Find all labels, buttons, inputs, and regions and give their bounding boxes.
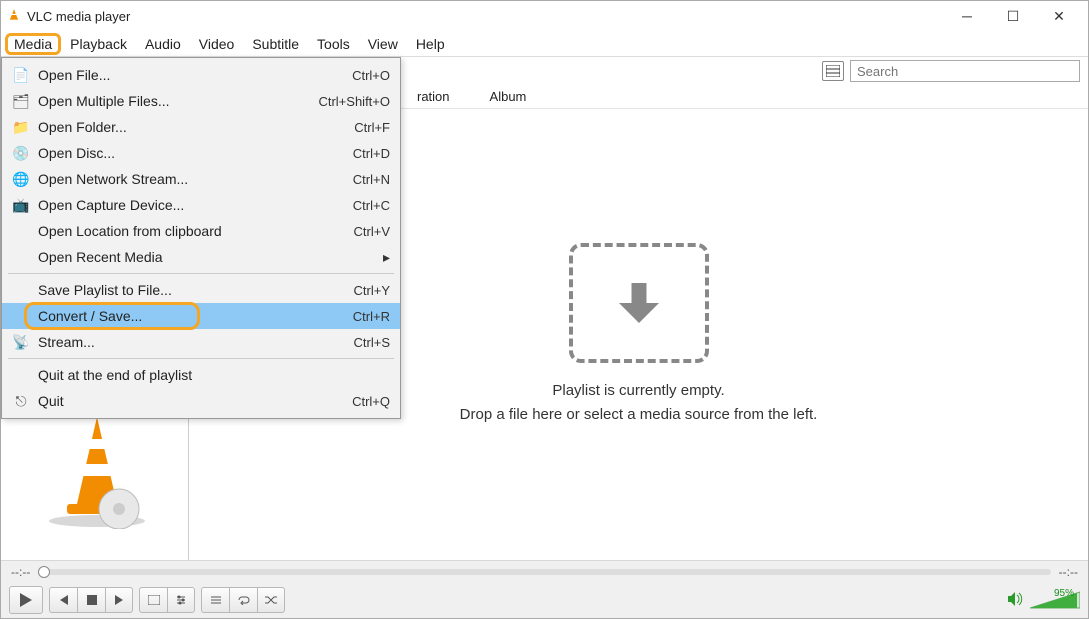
menu-item-convert-save[interactable]: Convert / Save...Ctrl+R	[2, 303, 400, 329]
loop-button[interactable]	[229, 587, 257, 613]
disc-icon: 💿	[10, 145, 32, 162]
playlist-button[interactable]	[201, 587, 229, 613]
menu-item-label: Open Capture Device...	[32, 197, 353, 213]
stream-icon: 📡	[10, 334, 32, 351]
menu-shortcut: Ctrl+V	[354, 224, 390, 239]
stop-button[interactable]	[77, 587, 105, 613]
menu-item-label: Stream...	[32, 334, 354, 350]
fullscreen-button[interactable]	[139, 587, 167, 613]
menu-item-label: Convert / Save...	[32, 308, 353, 324]
menu-item-label: Open Location from clipboard	[32, 223, 354, 239]
empty-message: Playlist is currently empty. Drop a file…	[460, 379, 818, 427]
menu-item-label: Open File...	[32, 67, 352, 83]
empty-line1: Playlist is currently empty.	[460, 379, 818, 403]
dropzone-icon	[569, 243, 709, 363]
empty-line2: Drop a file here or select a media sourc…	[460, 403, 818, 427]
menu-view[interactable]: View	[359, 33, 407, 55]
menu-shortcut: Ctrl+R	[353, 309, 390, 324]
close-button[interactable]: ✕	[1036, 1, 1082, 31]
menu-shortcut: Ctrl+O	[352, 68, 390, 83]
menu-shortcut: Ctrl+C	[353, 198, 390, 213]
minimize-button[interactable]: ─	[944, 1, 990, 31]
search-input[interactable]	[850, 60, 1080, 82]
play-button[interactable]	[9, 586, 43, 614]
menu-shortcut: Ctrl+D	[353, 146, 390, 161]
content-area: 📄Open File...Ctrl+O🗂Open Multiple Files.…	[1, 57, 1088, 560]
menu-item-save-playlist-to-file[interactable]: Save Playlist to File...Ctrl+Y	[2, 277, 400, 303]
menu-item-stream[interactable]: 📡Stream...Ctrl+S	[2, 329, 400, 355]
view-toggle-button[interactable]	[822, 61, 844, 81]
menubar: Media Playback Audio Video Subtitle Tool…	[1, 31, 1088, 57]
menu-item-open-folder[interactable]: 📁Open Folder...Ctrl+F	[2, 114, 400, 140]
shuffle-button[interactable]	[257, 587, 285, 613]
volume-percent: 95%	[1054, 588, 1074, 599]
column-duration[interactable]: ration	[417, 89, 450, 104]
controls-row: 95%	[1, 582, 1088, 618]
menu-shortcut: Ctrl+N	[353, 172, 390, 187]
menu-item-label: Open Folder...	[32, 119, 354, 135]
menu-item-open-multiple-files[interactable]: 🗂Open Multiple Files...Ctrl+Shift+O	[2, 88, 400, 114]
menu-item-open-location-from-clipboard[interactable]: Open Location from clipboardCtrl+V	[2, 218, 400, 244]
menu-media[interactable]: Media	[5, 33, 61, 55]
media-dropdown: 📄Open File...Ctrl+O🗂Open Multiple Files.…	[1, 57, 401, 419]
menu-item-open-file[interactable]: 📄Open File...Ctrl+O	[2, 62, 400, 88]
menu-shortcut: Ctrl+F	[354, 120, 390, 135]
menu-help[interactable]: Help	[407, 33, 454, 55]
menu-item-open-capture-device[interactable]: 📺Open Capture Device...Ctrl+C	[2, 192, 400, 218]
menu-item-open-recent-media[interactable]: Open Recent Media▸	[2, 244, 400, 270]
menu-separator	[8, 358, 394, 359]
menu-item-label: Open Recent Media	[32, 249, 383, 265]
volume-slider[interactable]: 95%	[1030, 590, 1080, 610]
menu-shortcut: Ctrl+Y	[354, 283, 390, 298]
menu-item-label: Quit at the end of playlist	[32, 367, 390, 383]
column-album[interactable]: Album	[490, 89, 527, 104]
titlebar: VLC media player ─ ☐ ✕	[1, 1, 1088, 31]
menu-item-label: Quit	[32, 393, 352, 409]
maximize-button[interactable]: ☐	[990, 1, 1036, 31]
menu-tools[interactable]: Tools	[308, 33, 359, 55]
network-icon: 🌐	[10, 171, 32, 188]
submenu-arrow-icon: ▸	[383, 249, 390, 266]
menu-shortcut: Ctrl+S	[354, 335, 390, 350]
folder-icon: 📁	[10, 119, 32, 136]
prev-button[interactable]	[49, 587, 77, 613]
file-icon: 📄	[10, 67, 32, 84]
menu-item-label: Save Playlist to File...	[32, 282, 354, 298]
menu-item-label: Open Disc...	[32, 145, 353, 161]
menu-shortcut: Ctrl+Shift+O	[318, 94, 390, 109]
quit-icon: ⎋	[10, 393, 32, 410]
menu-item-quit[interactable]: ⎋QuitCtrl+Q	[2, 388, 400, 414]
speaker-icon[interactable]	[1008, 592, 1024, 609]
menu-item-label: Open Multiple Files...	[32, 93, 318, 109]
menu-playback[interactable]: Playback	[61, 33, 136, 55]
menu-subtitle[interactable]: Subtitle	[243, 33, 308, 55]
capture-icon: 📺	[10, 197, 32, 214]
time-remaining: --:--	[1059, 565, 1078, 579]
menu-item-label: Open Network Stream...	[32, 171, 353, 187]
seek-slider[interactable]	[38, 569, 1050, 575]
next-button[interactable]	[105, 587, 133, 613]
menu-separator	[8, 273, 394, 274]
menu-video[interactable]: Video	[190, 33, 244, 55]
menu-audio[interactable]: Audio	[136, 33, 190, 55]
progress-row: --:-- --:--	[1, 560, 1088, 582]
extended-settings-button[interactable]	[167, 587, 195, 613]
menu-item-open-disc[interactable]: 💿Open Disc...Ctrl+D	[2, 140, 400, 166]
vlc-cone-icon	[7, 8, 21, 25]
menu-item-quit-at-the-end-of-playlist[interactable]: Quit at the end of playlist	[2, 362, 400, 388]
menu-item-open-network-stream[interactable]: 🌐Open Network Stream...Ctrl+N	[2, 166, 400, 192]
window-title: VLC media player	[27, 9, 130, 24]
time-elapsed: --:--	[11, 565, 30, 579]
files-icon: 🗂	[10, 93, 32, 110]
menu-shortcut: Ctrl+Q	[352, 394, 390, 409]
vlc-cone-thumbnail	[37, 409, 157, 529]
